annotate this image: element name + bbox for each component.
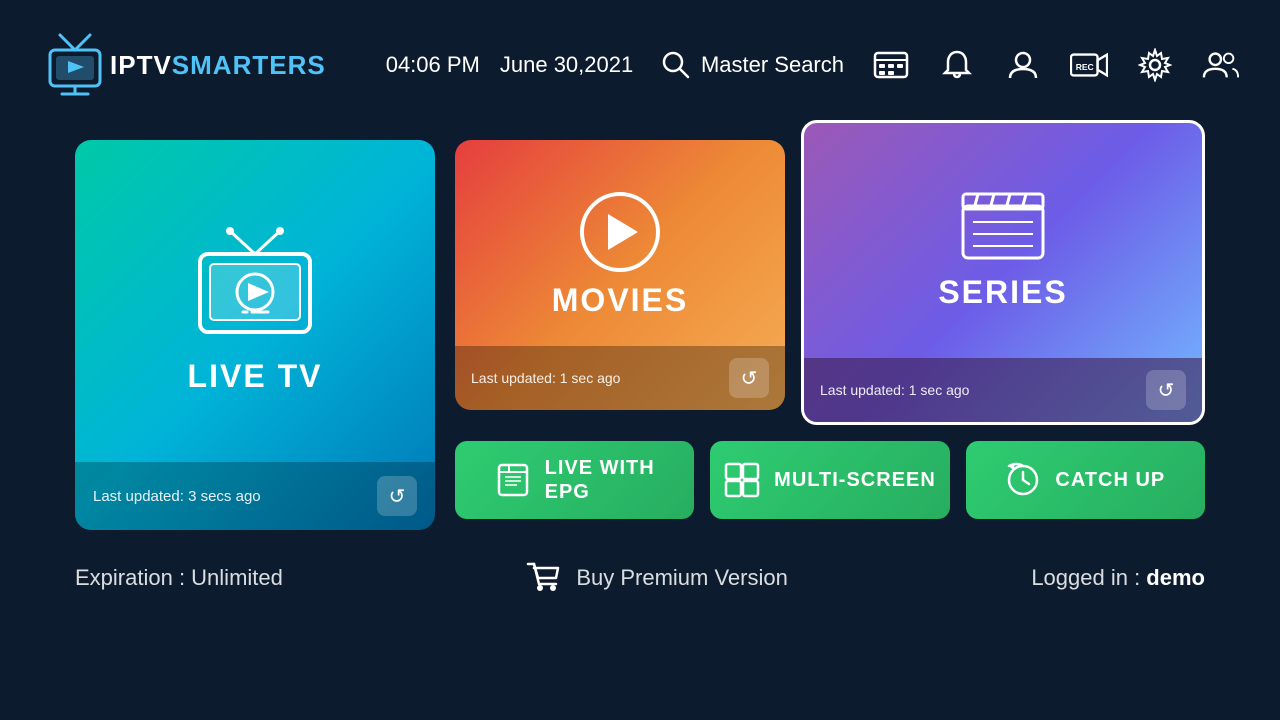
footer: Expiration : Unlimited Buy Premium Versi… — [0, 530, 1280, 596]
catch-up-label: CATCH UP — [1055, 469, 1165, 492]
notifications-button[interactable] — [938, 46, 976, 84]
live-tv-footer: Last updated: 3 secs ago ↺ — [75, 462, 435, 530]
live-epg-label-line2: EPG — [545, 480, 590, 504]
series-footer: Last updated: 1 sec ago ↺ — [804, 358, 1202, 422]
catchup-icon — [1005, 462, 1041, 498]
epg-icon[interactable] — [872, 46, 910, 84]
expiration-info: Expiration : Unlimited — [75, 565, 283, 591]
datetime: 04:06 PM June 30,2021 — [386, 52, 634, 78]
search-icon — [661, 50, 691, 80]
header: IPTVSMARTERS 04:06 PM June 30,2021 Maste… — [0, 0, 1280, 130]
logo-area: IPTVSMARTERS — [40, 30, 326, 100]
series-refresh-button[interactable]: ↺ — [1146, 370, 1186, 410]
epg-book-icon — [495, 462, 531, 498]
buy-premium-button[interactable]: Buy Premium Version — [526, 560, 788, 596]
time-display: 04:06 PM — [386, 52, 480, 78]
epg-guide-icon — [873, 47, 909, 83]
multi-screen-icon — [724, 462, 760, 498]
date-display: June 30,2021 — [500, 52, 633, 78]
main-content: LIVE TV Last updated: 3 secs ago ↺ MOVIE… — [0, 130, 1280, 530]
live-tv-refresh-button[interactable]: ↺ — [377, 476, 417, 516]
cards-row: LIVE TV Last updated: 3 secs ago ↺ MOVIE… — [75, 140, 1205, 530]
bottom-buttons-row: LIVE WITH EPG MULTI-SCREEN — [455, 441, 1205, 519]
profile-icon — [1006, 48, 1040, 82]
settings-button[interactable] — [1136, 46, 1174, 84]
bell-icon — [940, 48, 974, 82]
logo-text: IPTVSMARTERS — [110, 50, 326, 81]
series-label: SERIES — [938, 274, 1067, 311]
live-tv-updated: Last updated: 3 secs ago — [93, 488, 261, 505]
record-icon: REC — [1070, 50, 1108, 80]
live-tv-label: LIVE TV — [188, 358, 323, 395]
search-label: Master Search — [701, 52, 844, 78]
movies-refresh-button[interactable]: ↺ — [729, 358, 769, 398]
username-display: demo — [1146, 565, 1205, 590]
multi-screen-label: MULTI-SCREEN — [774, 469, 936, 492]
logged-in-info: Logged in : demo — [1031, 565, 1205, 591]
users-button[interactable] — [1202, 46, 1240, 84]
movies-label: MOVIES — [552, 282, 688, 319]
right-column: MOVIES Last updated: 1 sec ago ↺ — [455, 140, 1205, 519]
live-tv-card[interactable]: LIVE TV Last updated: 3 secs ago ↺ — [75, 140, 435, 530]
movies-updated: Last updated: 1 sec ago — [471, 370, 620, 386]
catch-up-button[interactable]: CATCH UP — [966, 441, 1205, 519]
multi-screen-button[interactable]: MULTI-SCREEN — [710, 441, 949, 519]
record-button[interactable]: REC — [1070, 46, 1108, 84]
cart-icon — [526, 560, 562, 596]
live-epg-button[interactable]: LIVE WITH EPG — [455, 441, 694, 519]
gear-icon — [1138, 48, 1172, 82]
live-tv-icon — [185, 226, 325, 346]
movies-card[interactable]: MOVIES Last updated: 1 sec ago ↺ — [455, 140, 785, 410]
logo-icon — [40, 30, 110, 100]
series-updated: Last updated: 1 sec ago — [820, 382, 969, 398]
live-tv-icon-container: LIVE TV — [185, 226, 325, 395]
multi-user-icon — [1202, 48, 1240, 82]
svg-text:REC: REC — [1076, 62, 1094, 72]
movies-play-icon — [580, 192, 660, 272]
buy-premium-label: Buy Premium Version — [576, 565, 788, 591]
movies-footer: Last updated: 1 sec ago ↺ — [455, 346, 785, 410]
profile-button[interactable] — [1004, 46, 1042, 84]
header-right: Master Search — [661, 46, 1240, 84]
logged-in-label: Logged in : — [1031, 565, 1146, 590]
live-epg-label-line1: LIVE WITH — [545, 456, 655, 480]
series-card[interactable]: SERIES Last updated: 1 sec ago ↺ — [801, 120, 1205, 425]
top-right-row: MOVIES Last updated: 1 sec ago ↺ — [455, 140, 1205, 425]
search-button[interactable]: Master Search — [661, 50, 844, 80]
series-clapper-icon — [958, 184, 1048, 264]
